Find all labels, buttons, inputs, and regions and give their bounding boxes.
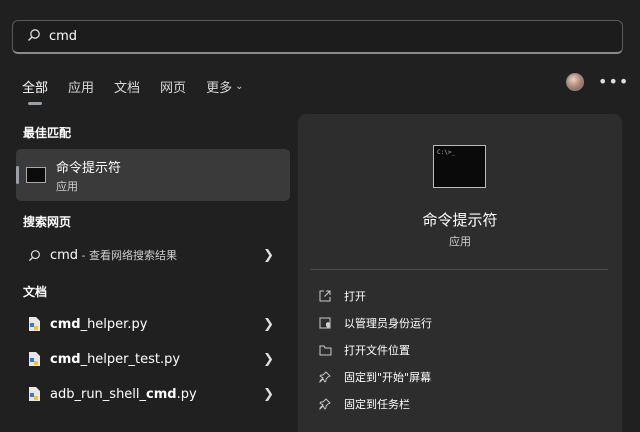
divider xyxy=(310,269,608,270)
section-documents: 文档 xyxy=(23,285,48,299)
section-best-match: 最佳匹配 xyxy=(23,126,72,140)
tab-web[interactable]: 网页 xyxy=(160,76,186,96)
best-match-title: 命令提示符 xyxy=(56,160,122,176)
document-name-rest: _helper_test.py xyxy=(80,351,181,367)
best-match-subtitle: 应用 xyxy=(56,179,78,193)
tab-documents-label: 文档 xyxy=(114,80,141,96)
tab-more-label: 更多 xyxy=(206,80,233,96)
action-open[interactable]: 打开 xyxy=(318,286,366,306)
tab-all-label: 全部 xyxy=(22,80,49,96)
action-pin-to-taskbar[interactable]: 固定到任务栏 xyxy=(318,394,410,414)
action-pin-to-start-label: 固定到"开始"屏幕 xyxy=(344,371,432,384)
section-web-search: 搜索网页 xyxy=(23,215,72,229)
document-name-rest: .py xyxy=(176,386,197,402)
web-search-query: cmd xyxy=(50,248,79,263)
chevron-right-icon: ❯ xyxy=(263,351,274,367)
folder-icon xyxy=(318,343,332,357)
preview-subtitle: 应用 xyxy=(449,235,471,248)
document-name-rest: _helper.py xyxy=(80,316,148,332)
document-item[interactable]: cmd_helper_test.py ❯ xyxy=(16,345,290,373)
more-options-icon[interactable]: ••• xyxy=(598,72,629,91)
document-match: cmd xyxy=(146,386,177,402)
web-search-result[interactable]: cmd - 查看网络搜索结果 ❯ xyxy=(16,241,290,269)
action-run-as-admin[interactable]: 以管理员身份运行 xyxy=(318,313,432,333)
search-icon xyxy=(27,27,41,46)
chevron-right-icon: ❯ xyxy=(263,316,274,332)
command-prompt-icon: C:\>_ xyxy=(433,145,486,188)
search-icon xyxy=(26,247,42,263)
search-input[interactable]: cmd xyxy=(12,20,623,54)
action-open-label: 打开 xyxy=(344,290,366,303)
preview-panel: C:\>_ 命令提示符 应用 打开 以管理员身份运行 打开文件位置 固定到"开始… xyxy=(298,114,622,432)
chevron-right-icon: ❯ xyxy=(263,247,274,263)
document-match: cmd xyxy=(50,351,81,367)
pin-icon xyxy=(318,397,332,411)
document-match: cmd xyxy=(50,316,81,332)
filter-tabs: 全部 应用 文档 网页 更多 ⌄ xyxy=(22,76,263,96)
action-run-as-admin-label: 以管理员身份运行 xyxy=(344,317,432,330)
open-icon xyxy=(318,289,332,303)
chevron-down-icon: ⌄ xyxy=(235,80,244,92)
web-search-suffix: - 查看网络搜索结果 xyxy=(78,249,178,262)
action-pin-to-taskbar-label: 固定到任务栏 xyxy=(344,398,410,411)
admin-shield-icon xyxy=(318,316,332,330)
search-query[interactable]: cmd xyxy=(49,29,77,44)
tab-web-label: 网页 xyxy=(160,80,187,96)
best-match-item[interactable]: 命令提示符 应用 xyxy=(16,149,290,201)
python-file-icon xyxy=(26,316,42,332)
command-prompt-icon xyxy=(26,167,46,183)
action-open-file-location-label: 打开文件位置 xyxy=(344,344,410,357)
tab-more[interactable]: 更多 ⌄ xyxy=(206,76,243,96)
pin-icon xyxy=(318,370,332,384)
tab-apps-label: 应用 xyxy=(68,80,95,96)
document-item[interactable]: cmd_helper.py ❯ xyxy=(16,310,290,338)
python-file-icon xyxy=(26,386,42,402)
action-pin-to-start[interactable]: 固定到"开始"屏幕 xyxy=(318,367,431,387)
tab-documents[interactable]: 文档 xyxy=(114,76,140,96)
action-open-file-location[interactable]: 打开文件位置 xyxy=(318,340,410,360)
preview-title: 命令提示符 xyxy=(422,211,498,229)
document-name-prefix: adb_run_shell_ xyxy=(50,386,147,402)
tab-apps[interactable]: 应用 xyxy=(68,76,94,96)
console-prompt-text: C:\>_ xyxy=(437,149,456,156)
selection-indicator xyxy=(16,166,19,184)
chevron-right-icon: ❯ xyxy=(263,386,274,402)
document-item[interactable]: adb_run_shell_cmd.py ❯ xyxy=(16,380,290,408)
python-file-icon xyxy=(26,351,42,367)
avatar[interactable] xyxy=(566,73,584,91)
tab-all[interactable]: 全部 xyxy=(22,76,48,96)
